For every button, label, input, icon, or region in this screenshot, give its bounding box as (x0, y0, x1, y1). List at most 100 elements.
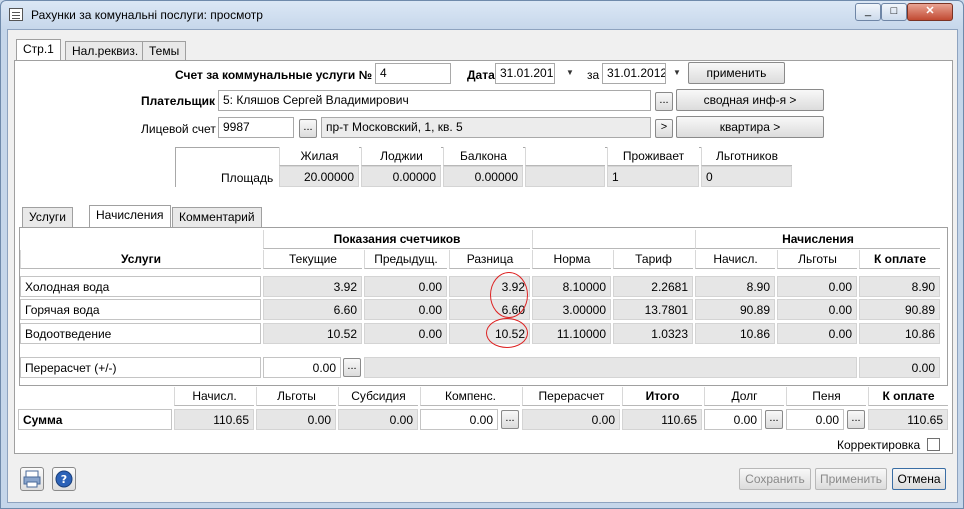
total-header-subsidy: Субсидия (338, 387, 418, 406)
total-recalc-value: 0.00 (522, 409, 620, 430)
help-icon: ? (55, 470, 73, 488)
total-debt-input[interactable]: 0.00 (704, 409, 762, 430)
row-service-sewerage[interactable]: Водоотведение (20, 323, 261, 344)
area-header-living: Жилая (279, 147, 359, 166)
subtab-services[interactable]: Услуги (22, 207, 73, 227)
area-beneficiaries-value: 0 (701, 166, 792, 187)
row-tariff: 13.7801 (613, 299, 693, 320)
row-previous[interactable]: 0.00 (364, 276, 447, 297)
print-button[interactable] (20, 467, 44, 491)
annotation-circle (490, 272, 528, 318)
col-header-to-pay: К оплате (859, 250, 940, 269)
address-arrow-button[interactable]: > (655, 119, 673, 138)
col-header-current: Текущие (263, 250, 362, 269)
date-from-field[interactable]: 31.01.2012 (495, 63, 555, 84)
row-to-pay: 90.89 (859, 299, 940, 320)
row-current[interactable]: 3.92 (263, 276, 362, 297)
apply-button[interactable]: Применить (815, 468, 887, 490)
area-living-value: 20.00000 (279, 166, 359, 187)
app-icon (9, 8, 23, 21)
area-header-beneficiaries: Льготников (701, 147, 792, 166)
total-penalty-input[interactable]: 0.00 (786, 409, 844, 430)
row-benefits: 0.00 (777, 299, 857, 320)
subtab-comment[interactable]: Комментарий (172, 207, 262, 227)
tab-tax-details[interactable]: Нал.реквиз. (65, 41, 146, 61)
col-header-difference: Разница (449, 250, 530, 269)
area-header-residents: Проживает (607, 147, 699, 166)
row-service-cold-water[interactable]: Холодная вода (20, 276, 261, 297)
date-to-field[interactable]: 31.01.2012 (602, 63, 666, 84)
payer-field[interactable]: 5: Кляшов Сергей Владимирович (218, 90, 651, 111)
area-header-balcony: Балкона (443, 147, 523, 166)
row-benefits: 0.00 (777, 276, 857, 297)
group-header-blank (532, 230, 695, 249)
account-lookup-button[interactable]: ... (299, 119, 317, 138)
row-norm: 11.10000 (532, 323, 611, 344)
total-row-label: Сумма (18, 409, 172, 430)
row-charged: 90.89 (695, 299, 775, 320)
chevron-down-icon[interactable]: ▼ (670, 63, 684, 84)
account-label: Лицевой счет (141, 122, 216, 136)
row-service-hot-water[interactable]: Горячая вода (20, 299, 261, 320)
tab-topics[interactable]: Темы (142, 41, 187, 61)
total-total-value: 110.65 (622, 409, 702, 430)
recalc-lookup-button[interactable]: ... (343, 358, 361, 377)
date-to-label: за (587, 68, 600, 82)
address-field: пр-т Московский, 1, кв. 5 (321, 117, 651, 138)
row-charged: 8.90 (695, 276, 775, 297)
apply-date-button[interactable]: применить (688, 62, 785, 84)
client-area: Стр.1 Нал.реквиз. Темы Счет за коммуналь… (7, 29, 958, 503)
apartment-button[interactable]: квартира > (676, 116, 824, 138)
recalc-label: Перерасчет (+/-) (20, 357, 261, 378)
chevron-down-icon[interactable]: ▼ (563, 63, 577, 84)
recalc-total: 0.00 (859, 357, 940, 378)
subtab-charges[interactable]: Начисления (89, 205, 171, 227)
penalty-lookup-button[interactable]: ... (847, 410, 865, 429)
invoice-number-field[interactable]: 4 (375, 63, 451, 84)
close-button[interactable]: ✕ (907, 3, 953, 21)
group-header-meters: Показания счетчиков (263, 230, 530, 249)
total-header-total: Итого (622, 387, 702, 406)
col-header-norm: Норма (532, 250, 611, 269)
correction-checkbox[interactable] (927, 438, 940, 451)
tab-page1[interactable]: Стр.1 (16, 39, 61, 61)
area-header-empty (525, 147, 605, 166)
row-previous[interactable]: 0.00 (364, 299, 447, 320)
row-norm: 8.10000 (532, 276, 611, 297)
annotation-circle (486, 318, 528, 348)
total-benefits-value: 0.00 (256, 409, 336, 430)
date-label: Дата (467, 68, 495, 82)
total-compensation-input[interactable]: 0.00 (420, 409, 498, 430)
total-header-recalc: Перерасчет (522, 387, 620, 406)
row-tariff: 1.0323 (613, 323, 693, 344)
row-previous[interactable]: 0.00 (364, 323, 447, 344)
row-to-pay: 10.86 (859, 323, 940, 344)
cancel-button[interactable]: Отмена (892, 468, 946, 490)
row-current[interactable]: 10.52 (263, 323, 362, 344)
save-button[interactable]: Сохранить (739, 468, 811, 490)
total-header-compensation: Компенс. (420, 387, 520, 406)
row-tariff: 2.2681 (613, 276, 693, 297)
minimize-button[interactable]: _ (855, 3, 881, 21)
area-empty-value (525, 166, 605, 187)
col-header-benefits: Льготы (777, 250, 857, 269)
row-current[interactable]: 6.60 (263, 299, 362, 320)
svg-text:?: ? (61, 473, 67, 486)
total-header-penalty: Пеня (786, 387, 866, 406)
total-subsidy-value: 0.00 (338, 409, 418, 430)
maximize-button[interactable]: □ (881, 3, 907, 21)
account-field[interactable]: 9987 (218, 117, 294, 138)
col-header-previous: Предыдущ. (364, 250, 447, 269)
compensation-lookup-button[interactable]: ... (501, 410, 519, 429)
col-header-service: Услуги (20, 250, 261, 269)
debt-lookup-button[interactable]: ... (765, 410, 783, 429)
title-bar[interactable]: Рахунки за комунальні послуги: просмотр … (1, 1, 963, 29)
help-button[interactable]: ? (52, 467, 76, 491)
col-header-tariff: Тариф (613, 250, 693, 269)
recalc-input[interactable]: 0.00 (263, 357, 341, 378)
summary-info-button[interactable]: сводная инф-я > (676, 89, 824, 111)
charges-panel: Показания счетчиков Начисления Услуги Те… (19, 227, 948, 386)
payer-lookup-button[interactable]: ... (655, 92, 673, 111)
area-row-label: Площадь (221, 171, 274, 185)
total-header-benefits: Льготы (256, 387, 336, 406)
